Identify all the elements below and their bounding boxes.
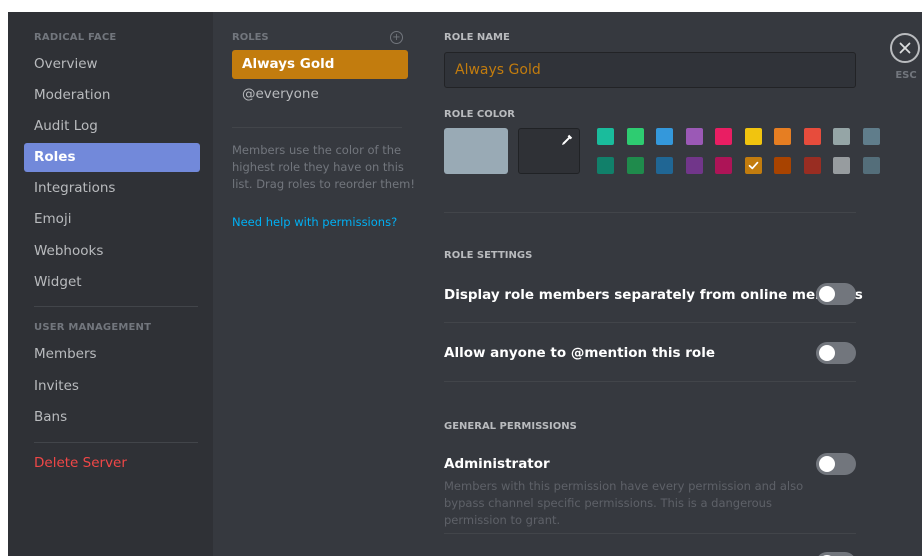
toggle-knob <box>819 345 835 361</box>
toggle-knob <box>819 286 835 302</box>
general-permissions-header: GENERAL PERMISSIONS <box>444 421 577 432</box>
roles-divider <box>232 127 402 128</box>
close-button[interactable] <box>890 33 920 63</box>
sidebar-item-invites[interactable]: Invites <box>24 372 200 401</box>
sidebar-item-webhooks[interactable]: Webhooks <box>24 237 200 266</box>
hoist-toggle[interactable] <box>816 283 856 305</box>
permission-administrator-description: Members with this permission have every … <box>444 479 804 527</box>
permissions-help-link[interactable]: Need help with permissions? <box>232 215 397 229</box>
color-swatch[interactable] <box>862 128 880 145</box>
delete-server-button[interactable]: Delete Server <box>24 449 200 478</box>
color-swatch[interactable] <box>744 128 762 145</box>
close-icon <box>899 42 911 54</box>
default-color-swatch[interactable] <box>444 128 508 174</box>
check-icon <box>748 161 758 170</box>
toggle-knob <box>819 456 835 472</box>
roles-header: ROLES <box>232 32 269 43</box>
role-color-label: ROLE COLOR <box>444 109 515 120</box>
color-swatch[interactable] <box>626 157 644 174</box>
color-swatch[interactable] <box>833 157 850 174</box>
administrator-toggle[interactable] <box>816 453 856 475</box>
color-swatch[interactable] <box>744 157 762 174</box>
setting-divider <box>444 322 856 323</box>
role-name-label: ROLE NAME <box>444 32 510 43</box>
sidebar-item-members[interactable]: Members <box>24 340 200 369</box>
sidebar-item-audit-log[interactable]: Audit Log <box>24 112 200 141</box>
color-swatch[interactable] <box>803 128 821 145</box>
color-swatch[interactable] <box>774 128 791 145</box>
role-item-always-gold[interactable]: Always Gold <box>232 50 408 79</box>
color-swatch[interactable] <box>597 157 614 174</box>
sidebar-divider <box>34 306 198 307</box>
eyedropper-icon <box>562 134 573 145</box>
color-swatch[interactable] <box>597 128 614 145</box>
mentionable-toggle[interactable] <box>816 342 856 364</box>
color-swatch[interactable] <box>774 157 791 174</box>
settings-sidebar: RADICAL FACE Overview Moderation Audit L… <box>8 12 213 556</box>
color-swatch[interactable] <box>803 157 821 174</box>
roles-help-text: Members use the color of the highest rol… <box>232 143 415 191</box>
server-name-header: RADICAL FACE <box>34 32 117 43</box>
role-name-input[interactable] <box>444 52 856 88</box>
color-swatch[interactable] <box>833 128 850 145</box>
sidebar-item-bans[interactable]: Bans <box>24 403 200 432</box>
section-divider <box>444 381 856 382</box>
section-divider <box>444 212 856 213</box>
color-swatch[interactable] <box>626 128 644 145</box>
next-permission-toggle[interactable] <box>816 552 856 556</box>
sidebar-item-emoji[interactable]: Emoji <box>24 205 200 234</box>
color-swatch[interactable] <box>715 157 732 174</box>
role-settings-panel: ROLE NAME ROLE COLOR ROLE SETTINGS Displ… <box>423 12 880 556</box>
sidebar-item-integrations[interactable]: Integrations <box>24 174 200 203</box>
custom-color-picker[interactable] <box>518 128 580 174</box>
user-management-header: USER MANAGEMENT <box>34 322 152 333</box>
plus-circle-icon[interactable]: + <box>390 31 403 44</box>
sidebar-divider <box>34 442 198 443</box>
color-swatch[interactable] <box>656 157 673 174</box>
role-settings-header: ROLE SETTINGS <box>444 250 533 261</box>
roles-list-panel: ROLES + Always Gold @everyone Members us… <box>213 12 423 556</box>
role-item-everyone[interactable]: @everyone <box>232 80 408 109</box>
color-swatch[interactable] <box>715 128 732 145</box>
sidebar-item-widget[interactable]: Widget <box>24 268 200 297</box>
server-settings-window: RADICAL FACE Overview Moderation Audit L… <box>8 12 922 556</box>
esc-label: ESC <box>895 70 917 81</box>
color-swatch[interactable] <box>656 128 673 145</box>
setting-mentionable-label: Allow anyone to @mention this role <box>444 345 715 361</box>
sidebar-item-moderation[interactable]: Moderation <box>24 81 200 110</box>
color-swatch[interactable] <box>685 128 703 145</box>
sidebar-item-overview[interactable]: Overview <box>24 50 200 79</box>
permission-administrator-label: Administrator <box>444 456 550 472</box>
setting-divider <box>444 533 856 534</box>
color-swatch[interactable] <box>685 157 703 174</box>
color-swatch[interactable] <box>862 157 880 174</box>
sidebar-item-roles[interactable]: Roles <box>24 143 200 172</box>
setting-hoist-label: Display role members separately from onl… <box>444 287 863 303</box>
